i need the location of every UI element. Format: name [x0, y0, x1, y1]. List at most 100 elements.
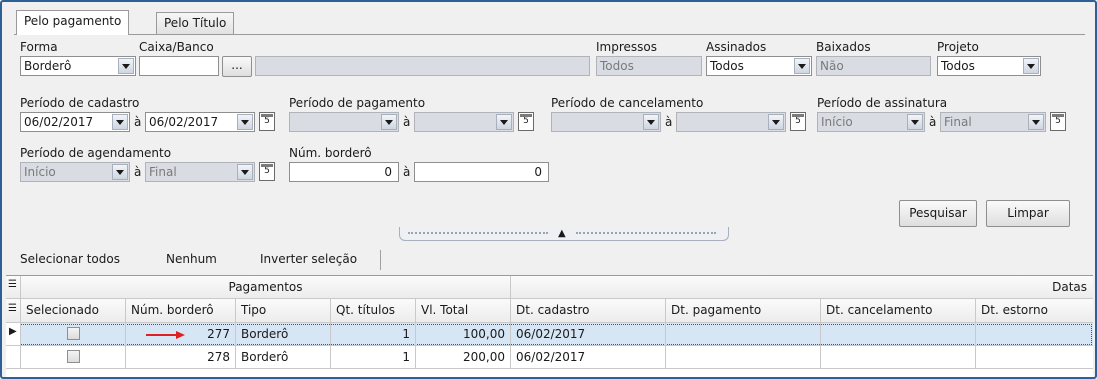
cell-qt-titulos: 1	[331, 346, 416, 368]
row-select-cell[interactable]	[21, 323, 126, 345]
column-chooser-icon[interactable]: ☰	[6, 299, 21, 322]
chevron-down-icon[interactable]	[112, 164, 128, 180]
chevron-down-icon[interactable]	[907, 114, 923, 130]
calendar-icon[interactable]: 5	[790, 112, 806, 131]
forma-label: Forma	[20, 40, 58, 54]
tab-pelo-pagamento[interactable]: Pelo pagamento	[16, 10, 130, 35]
baixados-label: Baixados	[816, 40, 871, 54]
row-select-cell[interactable]	[21, 346, 126, 368]
calendar-icon[interactable]: 5	[518, 112, 534, 131]
tab-pelo-titulo[interactable]: Pelo Título	[156, 12, 235, 34]
periodo-pagamento-from[interactable]	[289, 112, 399, 132]
cell-dt-cadastro: 06/02/2017	[511, 346, 666, 368]
row-indicator	[6, 346, 21, 368]
periodo-cancelamento-label: Período de cancelamento	[551, 96, 704, 110]
assinados-select[interactable]: Todos	[706, 56, 812, 76]
periodo-cadastro-from[interactable]: 06/02/2017	[20, 112, 130, 132]
col-dt-cancelamento[interactable]: Dt. cancelamento	[821, 299, 976, 322]
chevron-down-icon[interactable]	[112, 114, 128, 130]
periodo-pagamento-to[interactable]	[414, 112, 514, 132]
periodo-agendamento-label: Período de agendamento	[20, 146, 172, 160]
calendar-icon[interactable]: 5	[259, 162, 275, 181]
chevron-up-icon[interactable]: ▲	[558, 228, 566, 239]
date-value: Início	[24, 165, 56, 179]
chevron-down-icon[interactable]	[1023, 58, 1039, 74]
chevron-down-icon[interactable]	[496, 114, 512, 130]
chevron-down-icon[interactable]	[381, 114, 397, 130]
select-none-link[interactable]: Nenhum	[166, 252, 217, 266]
projeto-label: Projeto	[937, 40, 979, 54]
chevron-down-icon[interactable]	[643, 114, 659, 130]
range-separator: à	[403, 115, 411, 129]
forma-value: Borderô	[24, 59, 72, 73]
col-selecionado[interactable]: Selecionado	[21, 299, 126, 322]
search-button[interactable]: Pesquisar	[899, 200, 977, 227]
cell-dt-pagamento	[666, 323, 821, 345]
chevron-down-icon[interactable]	[794, 58, 810, 74]
periodo-agendamento-from[interactable]: Início	[20, 162, 130, 182]
periodo-assinatura-to[interactable]: Final	[940, 112, 1046, 132]
date-value: 06/02/2017	[149, 115, 219, 129]
date-value: Final	[944, 115, 972, 129]
splitter-grip	[576, 232, 716, 234]
cell-dt-cancelamento	[821, 323, 976, 345]
periodo-cancelamento-to[interactable]	[676, 112, 786, 132]
caixa-banco-browse-button[interactable]: ...	[222, 56, 252, 77]
calendar-icon[interactable]: 5	[1050, 112, 1066, 131]
invert-selection-link[interactable]: Inverter seleção	[260, 252, 357, 266]
collapse-splitter[interactable]: ▲	[399, 227, 729, 241]
row-checkbox[interactable]	[67, 327, 80, 340]
projeto-select[interactable]: Todos	[937, 56, 1041, 76]
grid-column-header: ☰ Selecionado Núm. borderô Tipo Qt. títu…	[6, 299, 1093, 323]
periodo-agendamento-to[interactable]: Final	[145, 162, 255, 182]
table-row[interactable]: 278 Borderô 1 200,00 06/02/2017	[6, 346, 1093, 369]
periodo-assinatura-from[interactable]: Início	[817, 112, 925, 132]
col-vl-total[interactable]: Vl. Total	[416, 299, 511, 322]
date-value: Final	[149, 165, 177, 179]
cell-qt-titulos: 1	[331, 323, 416, 345]
chevron-down-icon[interactable]	[768, 114, 784, 130]
column-chooser-icon[interactable]: ☰	[6, 276, 21, 298]
cell-dt-pagamento	[666, 346, 821, 368]
row-checkbox[interactable]	[67, 350, 80, 363]
clear-button[interactable]: Limpar	[986, 200, 1070, 227]
chevron-down-icon[interactable]	[237, 164, 253, 180]
impressos-select: Todos	[596, 56, 702, 76]
periodo-cancelamento-from[interactable]	[551, 112, 661, 132]
periodo-pagamento-label: Período de pagamento	[289, 96, 426, 110]
grid-group-header: ☰ Pagamentos Datas	[6, 276, 1093, 299]
cell-vl-total: 100,00	[416, 323, 511, 345]
row-indicator-icon: ▶	[6, 323, 21, 345]
date-value: 06/02/2017	[24, 115, 94, 129]
col-tipo[interactable]: Tipo	[236, 299, 331, 322]
table-row[interactable]: ▶ 277 Borderô 1 100,00 06/02/2017	[6, 323, 1093, 346]
forma-select[interactable]: Borderô	[20, 56, 136, 76]
col-dt-pagamento[interactable]: Dt. pagamento	[666, 299, 821, 322]
cell-tipo: Borderô	[236, 323, 331, 345]
calendar-icon[interactable]: 5	[259, 112, 275, 131]
col-dt-estorno[interactable]: Dt. estorno	[976, 299, 1095, 322]
chevron-down-icon[interactable]	[118, 58, 134, 74]
toolbar-divider	[380, 250, 381, 270]
tab-divider	[14, 34, 1085, 35]
caixa-banco-input[interactable]	[139, 56, 219, 76]
cell-dt-cadastro: 06/02/2017	[511, 323, 666, 345]
cell-num-bordero: 278	[126, 346, 236, 368]
col-dt-cadastro[interactable]: Dt. cadastro	[511, 299, 666, 322]
num-bordero-from[interactable]: 0	[289, 162, 399, 182]
group-datas: Datas	[1052, 280, 1087, 294]
periodo-cadastro-to[interactable]: 06/02/2017	[145, 112, 255, 132]
col-qt-titulos[interactable]: Qt. títulos	[331, 299, 416, 322]
arrow-right-icon	[146, 331, 185, 339]
range-separator: à	[134, 115, 142, 129]
caixa-banco-label: Caixa/Banco	[139, 40, 214, 54]
assinados-label: Assinados	[706, 40, 767, 54]
select-all-link[interactable]: Selecionar todos	[20, 252, 120, 266]
range-separator: à	[665, 115, 673, 129]
num-bordero-to[interactable]: 0	[414, 162, 549, 182]
periodo-assinatura-label: Período de assinatura	[817, 96, 948, 110]
impressos-label: Impressos	[596, 40, 657, 54]
chevron-down-icon[interactable]	[237, 114, 253, 130]
col-num-bordero[interactable]: Núm. borderô	[126, 299, 236, 322]
chevron-down-icon[interactable]	[1028, 114, 1044, 130]
